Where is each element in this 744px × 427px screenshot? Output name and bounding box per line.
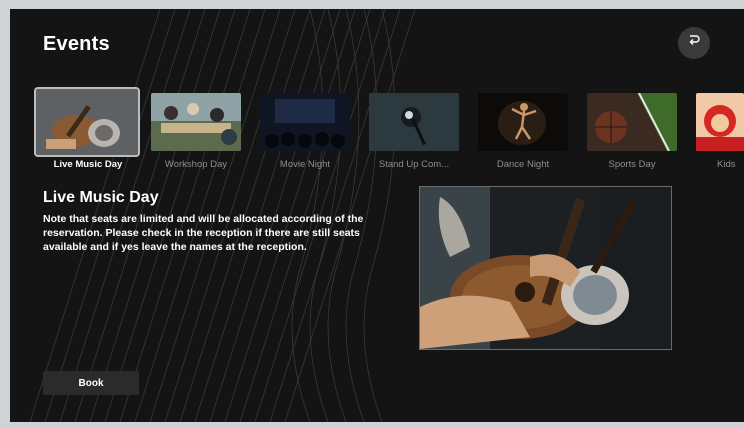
event-thumb-live-music[interactable]: [34, 87, 140, 157]
workshop-thumbnail: [151, 93, 241, 151]
book-button[interactable]: Book: [43, 371, 139, 395]
dance-night-thumbnail: [478, 93, 568, 151]
selected-event-image: [419, 186, 672, 350]
event-label[interactable]: Dance Night: [473, 159, 573, 170]
live-music-thumbnail: [36, 89, 138, 155]
kids-thumbnail: [696, 93, 744, 151]
event-thumb-movie[interactable]: [260, 93, 350, 151]
stand-up-thumbnail: [369, 93, 459, 151]
event-label[interactable]: Live Music Day: [38, 159, 138, 170]
event-thumb-standup[interactable]: [369, 93, 459, 151]
back-button[interactable]: [678, 27, 710, 59]
event-label[interactable]: Movie Night: [255, 159, 355, 170]
event-thumb-dance[interactable]: [478, 93, 568, 151]
page-title: Events: [43, 33, 110, 55]
movie-night-thumbnail: [260, 93, 350, 151]
event-label[interactable]: Kids: [691, 159, 744, 170]
events-screen: Events Live Music Day Workshop Day Movie…: [10, 9, 744, 422]
live-music-hero-image: [420, 187, 671, 349]
return-arrow-icon: [687, 34, 701, 53]
selected-event-description: Note that seats are limited and will be …: [43, 213, 364, 253]
selected-event-title: Live Music Day: [43, 189, 159, 206]
event-label[interactable]: Stand Up Com...: [364, 159, 464, 170]
event-label[interactable]: Workshop Day: [146, 159, 246, 170]
sports-day-thumbnail: [587, 93, 677, 151]
event-label[interactable]: Sports Day: [582, 159, 682, 170]
event-thumb-kids[interactable]: [696, 93, 744, 151]
event-thumb-workshop[interactable]: [151, 93, 241, 151]
event-thumb-sports[interactable]: [587, 93, 677, 151]
